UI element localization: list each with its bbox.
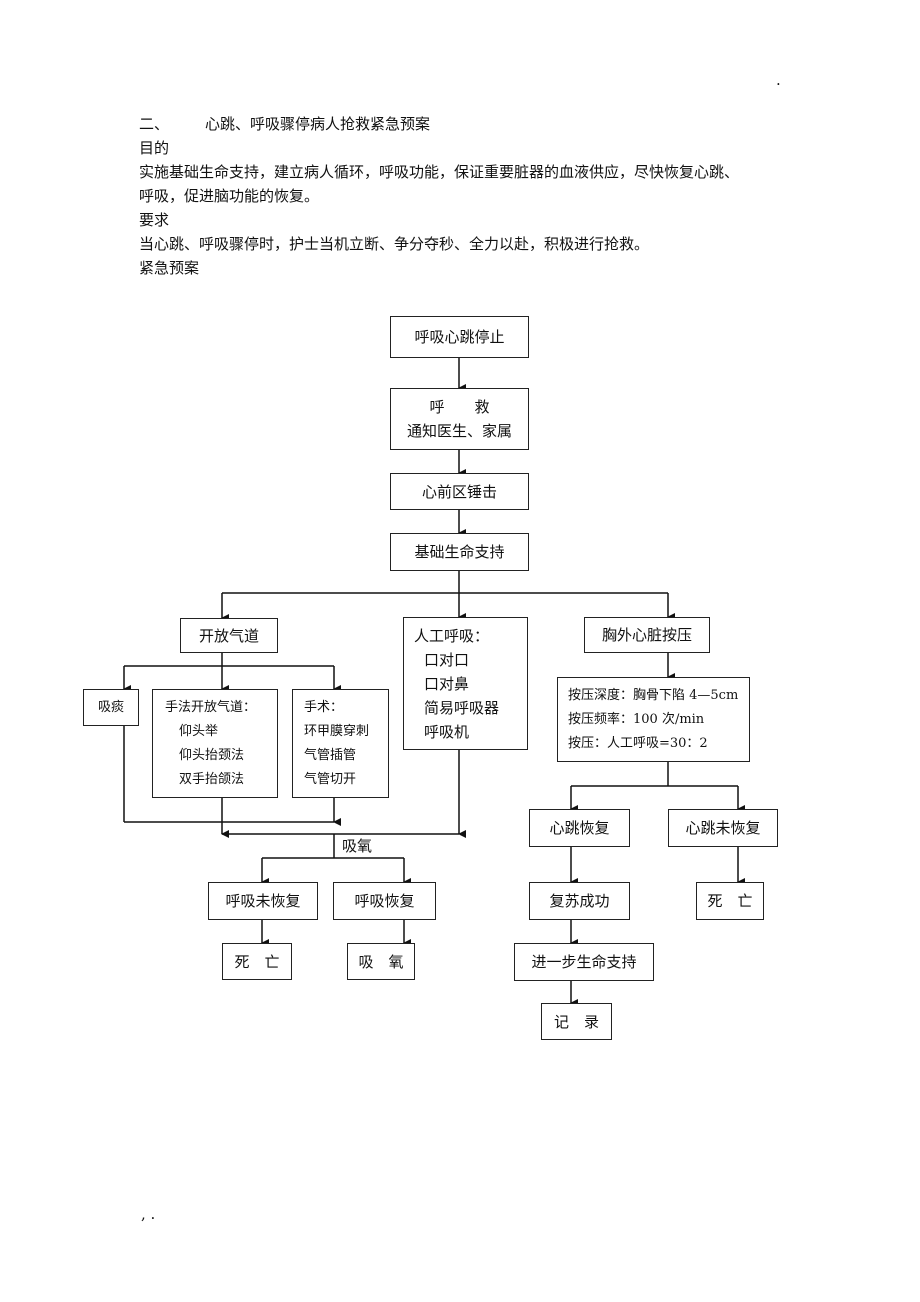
box-text: 进一步生命支持 [531, 953, 637, 971]
box-text: 口对鼻 [424, 675, 470, 693]
box-text: 手术： [304, 700, 344, 715]
box-record: 记 录 [541, 1003, 612, 1040]
box-text: 简易呼吸器 [424, 699, 500, 717]
oxygen-label: 吸氧 [342, 837, 373, 855]
box-thump: 心前区锤击 [390, 473, 529, 510]
box-breath-recovered: 呼吸恢复 [333, 882, 436, 920]
box-text: 呼吸未恢复 [225, 892, 301, 910]
box-text: 气管插管 [304, 748, 357, 763]
box-text: 死 亡 [707, 892, 753, 910]
box-text: 呼吸心跳停止 [414, 328, 505, 346]
box-text: 环甲膜穿刺 [304, 724, 370, 739]
box-text: 气管切开 [304, 772, 357, 787]
box-compression: 胸外心脏按压 [584, 617, 710, 653]
box-text: 开放气道 [198, 626, 259, 645]
box-text: 通知医生、家属 [406, 422, 512, 440]
box-text: 吸 氧 [358, 952, 404, 971]
box-text: 基础生命支持 [414, 543, 505, 561]
box-text: 按压频率：100 次/min [568, 712, 705, 727]
box-suction: 吸痰 [83, 689, 139, 726]
box-text: 心前区锤击 [421, 482, 497, 501]
box-bls: 基础生命支持 [390, 533, 529, 571]
box-text: 死 亡 [234, 952, 280, 971]
box-oxygen: 吸 氧 [347, 943, 415, 980]
box-text: 人工呼吸： [414, 627, 490, 645]
box-text: 仰头举 [179, 724, 219, 739]
box-resus-success: 复苏成功 [529, 882, 630, 920]
box-text: 双手抬颌法 [179, 772, 245, 787]
box-text: 复苏成功 [549, 892, 610, 910]
box-ventilation: 人工呼吸： 口对口 口对鼻 简易呼吸器 呼吸机 [403, 617, 528, 750]
box-text: 胸外心脏按压 [601, 626, 692, 644]
box-heart-not-recovered: 心跳未恢复 [668, 809, 778, 847]
box-heart-recovered: 心跳恢复 [529, 809, 630, 847]
box-airway: 开放气道 [180, 618, 278, 653]
box-text: 呼吸机 [424, 723, 470, 741]
box-text: 心跳恢复 [549, 819, 610, 837]
box-further-support: 进一步生命支持 [514, 943, 654, 981]
box-text: 按压深度：胸骨下陷 4—5cm [568, 688, 739, 703]
box-text: 仰头抬颈法 [179, 748, 245, 763]
box-text: 心跳未恢复 [685, 819, 761, 837]
box-compression-detail: 按压深度：胸骨下陷 4—5cm 按压频率：100 次/min 按压：人工呼吸=3… [557, 677, 750, 762]
box-text: 口对口 [424, 651, 470, 669]
box-stop: 呼吸心跳停止 [390, 316, 529, 358]
box-death-1: 死 亡 [222, 943, 292, 980]
box-text: 按压：人工呼吸=30：2 [568, 736, 708, 751]
box-call: 呼 救通知医生、家属 [390, 388, 529, 450]
box-text: 呼吸恢复 [354, 892, 415, 910]
box-surgery: 手术： 环甲膜穿刺 气管插管 气管切开 [292, 689, 389, 798]
box-text: 呼 救 [429, 398, 490, 416]
box-death-2: 死 亡 [696, 882, 764, 920]
box-text: 手法开放气道： [165, 700, 257, 715]
box-text: 吸痰 [97, 699, 124, 715]
box-text: 记 录 [553, 1012, 599, 1031]
box-manual: 手法开放气道： 仰头举 仰头抬颈法 双手抬颌法 [152, 689, 278, 798]
box-breath-not-recovered: 呼吸未恢复 [208, 882, 318, 920]
